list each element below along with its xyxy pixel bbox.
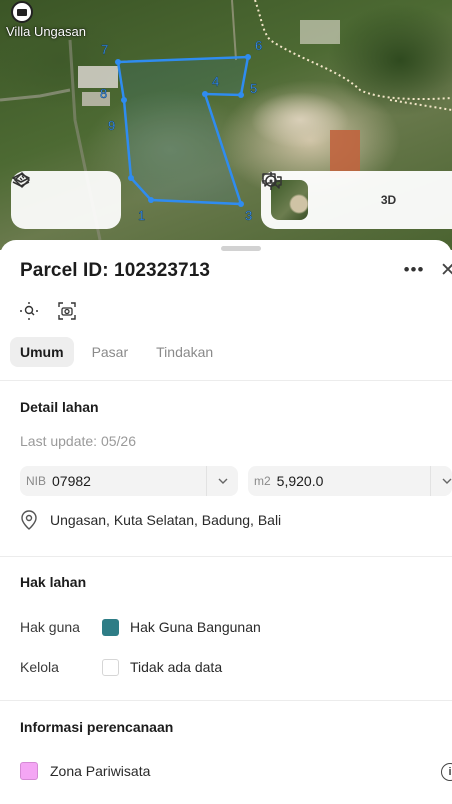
kelola-swatch [102, 659, 119, 676]
layers-icon[interactable] [12, 173, 60, 216]
screenshot-icon[interactable] [56, 300, 78, 322]
location-row: Ungasan, Kuta Selatan, Badung, Bali [20, 510, 281, 530]
kelola-value: Tidak ada data [130, 659, 223, 675]
location-text: Ungasan, Kuta Selatan, Badung, Bali [50, 512, 282, 528]
tab-umum[interactable]: Umum [10, 337, 74, 367]
vertex-label: 4 [212, 74, 219, 89]
vertex-label: 1 [138, 208, 145, 223]
tab-tindakan[interactable]: Tindakan [146, 337, 223, 367]
parcel-tools [18, 300, 78, 322]
hak-guna-value: Hak Guna Bangunan [130, 619, 261, 635]
info-icon[interactable]: i [441, 763, 452, 781]
sheet-grabber[interactable] [221, 246, 261, 251]
nib-value: 07982 [52, 473, 91, 489]
section-title-perencanaan: Informasi perencanaan [20, 719, 174, 735]
close-button[interactable]: ✕ [440, 260, 452, 284]
divider [0, 380, 452, 381]
divider [0, 700, 452, 701]
divider [0, 556, 452, 557]
hak-guna-swatch [102, 619, 119, 636]
map-place-label: Villa Ungasan [6, 24, 86, 39]
chevron-down-icon[interactable] [430, 466, 452, 496]
location-pin-icon [21, 510, 37, 530]
vertex-label: 6 [255, 38, 262, 53]
parcel-detail-sheet: Parcel ID: 102323713 ••• ✕ Umum Pasar Ti… [0, 240, 452, 804]
vertex-label: 7 [101, 42, 108, 57]
section-title-detail-lahan: Detail lahan [20, 399, 99, 415]
poi-pin-icon[interactable] [11, 1, 33, 23]
measure-icon[interactable] [13, 171, 105, 216]
area-value: 5,920.0 [276, 473, 324, 489]
zone-row: Zona Pariwisata [20, 762, 150, 780]
three-d-button[interactable]: 3D [374, 184, 404, 216]
area-field[interactable]: m2 5,920.0 [248, 466, 452, 496]
feedback-icon[interactable] [262, 173, 451, 216]
vertex-label: 5 [250, 81, 257, 96]
zone-label: Zona Pariwisata [50, 763, 151, 779]
nib-field[interactable]: NIB 07982 [20, 466, 238, 496]
hak-guna-label: Hak guna [20, 619, 80, 635]
zone-swatch [20, 762, 38, 780]
last-update-text: Last update: 05/26 [20, 433, 136, 449]
map-controls-left [11, 171, 121, 229]
nib-prefix: NIB [26, 474, 47, 488]
map-view[interactable]: 1 3 4 5 6 7 8 9 Villa Ungasan 3D [0, 0, 452, 250]
area-prefix: m2 [254, 474, 271, 488]
sheet-header: Parcel ID: 102323713 ••• ✕ [20, 260, 452, 284]
kelola-label: Kelola [20, 659, 59, 675]
vertex-label: 3 [245, 208, 252, 223]
tab-pasar[interactable]: Pasar [82, 337, 139, 367]
vertex-label: 9 [108, 118, 115, 133]
section-title-hak-lahan: Hak lahan [20, 574, 87, 590]
locate-icon[interactable] [262, 172, 356, 216]
zoom-to-parcel-icon[interactable] [18, 300, 40, 322]
parcel-title: Parcel ID: 102323713 [20, 260, 211, 281]
detail-tabs: Umum Pasar Tindakan [10, 337, 223, 367]
vertex-label: 8 [100, 86, 107, 101]
more-options-button[interactable]: ••• [402, 260, 426, 284]
chevron-down-icon[interactable] [206, 466, 238, 496]
map-controls-right: 3D [261, 171, 452, 229]
